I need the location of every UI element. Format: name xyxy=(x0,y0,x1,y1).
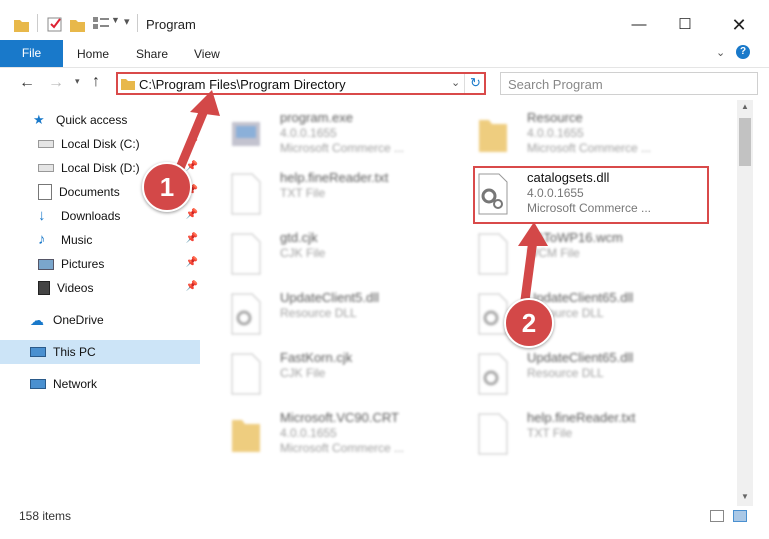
annotation-arrows xyxy=(175,90,548,305)
callout-2: 2 xyxy=(504,298,554,348)
callout-1: 1 xyxy=(142,162,192,212)
